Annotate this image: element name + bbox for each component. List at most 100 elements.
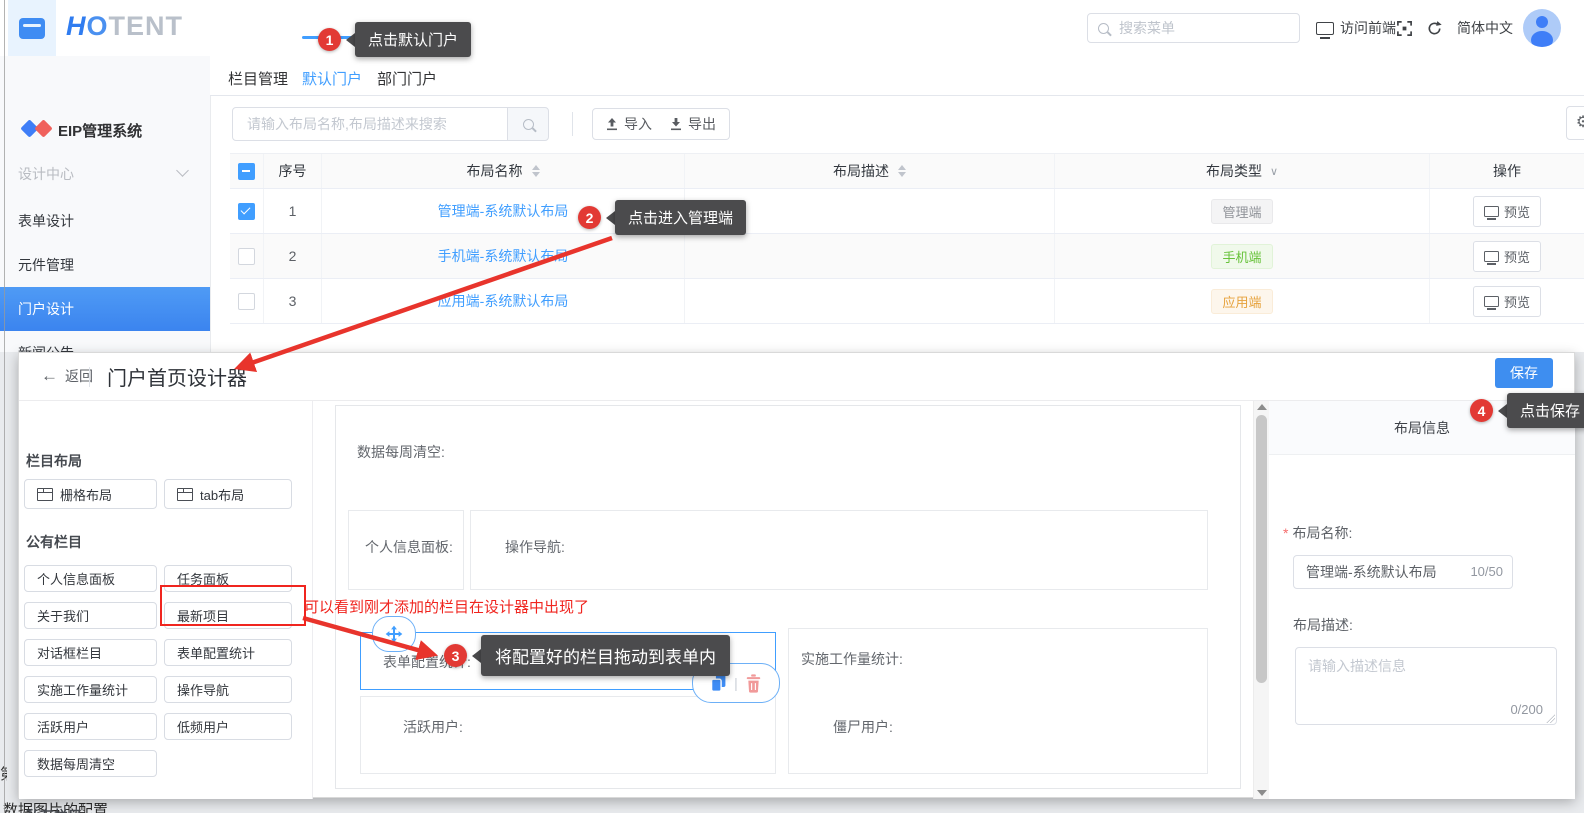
widget-impl-workload-stat[interactable]: 实施工作量统计 bbox=[24, 676, 157, 703]
refresh-button[interactable] bbox=[1426, 0, 1443, 56]
sidebar-item-form-design[interactable]: 表单设计 bbox=[0, 203, 210, 239]
canvas-cell-stats[interactable]: 实施工作量统计: 僵尸用户: bbox=[788, 628, 1208, 774]
canvas-cell-action-nav[interactable]: 操作导航: bbox=[470, 510, 1208, 590]
layout-name-link[interactable]: 应用端-系统默认布局 bbox=[438, 291, 569, 311]
preview-label: 预览 bbox=[1503, 294, 1530, 310]
search-icon bbox=[522, 118, 534, 130]
import-button[interactable]: 导入 bbox=[592, 108, 666, 140]
widget-active-users[interactable]: 活跃用户 bbox=[24, 713, 157, 740]
canvas-scrollbar[interactable] bbox=[1253, 401, 1270, 799]
hamburger-icon bbox=[19, 17, 45, 39]
widget-personal-panel[interactable]: 个人信息面板 bbox=[24, 565, 157, 592]
canvas-cell-active-users[interactable]: 活跃用户: bbox=[360, 696, 776, 774]
grid-icon bbox=[37, 487, 53, 501]
cell-label: 活跃用户: bbox=[403, 719, 463, 735]
widget-label: 低频用户 bbox=[177, 720, 230, 735]
scroll-up-icon[interactable] bbox=[1257, 404, 1267, 410]
widget-label: 活跃用户 bbox=[37, 720, 90, 735]
brand-diamond-icon bbox=[34, 119, 53, 138]
canvas-weekly-clear-label: 数据每周清空: bbox=[357, 444, 445, 460]
highlight-box-form-config-stat bbox=[160, 585, 306, 626]
cell-label: 僵尸用户: bbox=[833, 719, 893, 735]
layout-name-link[interactable]: 管理端-系统默认布局 bbox=[438, 201, 569, 221]
row-checkbox[interactable] bbox=[238, 247, 255, 265]
tooltip-bubble: 点击保存 bbox=[1507, 393, 1584, 428]
widget-label: 对话框栏目 bbox=[37, 646, 103, 661]
layout-search-box[interactable] bbox=[232, 107, 508, 141]
back-button[interactable]: ← 返回 bbox=[41, 366, 93, 386]
toolbar-divider bbox=[572, 112, 573, 136]
row-checkbox[interactable] bbox=[238, 202, 255, 220]
language-switch[interactable]: 简体中文 bbox=[1457, 0, 1513, 56]
widget-action-nav[interactable]: 操作导航 bbox=[164, 676, 292, 703]
widget-tab-layout[interactable]: tab布局 bbox=[164, 479, 292, 509]
widget-grid-layout[interactable]: 栅格布局 bbox=[24, 479, 157, 509]
annotation-step-4: 4 点击保存 bbox=[1470, 393, 1584, 428]
row-checkbox[interactable] bbox=[238, 292, 255, 310]
scroll-down-icon[interactable] bbox=[1257, 790, 1267, 796]
tab-column-mgmt[interactable]: 栏目管理 bbox=[228, 68, 288, 89]
row-index: 1 bbox=[288, 203, 297, 219]
export-button[interactable]: 导出 bbox=[657, 108, 730, 140]
col-layout-name[interactable]: 布局名称 bbox=[322, 154, 685, 188]
fullscreen-button[interactable] bbox=[1396, 0, 1413, 56]
layout-name-link[interactable]: 手机端-系统默认布局 bbox=[438, 246, 569, 266]
widget-low-freq-users[interactable]: 低频用户 bbox=[164, 713, 292, 740]
trash-icon[interactable] bbox=[744, 673, 763, 694]
widget-label: 栅格布局 bbox=[60, 487, 113, 503]
preview-button[interactable]: 预览 bbox=[1472, 285, 1541, 317]
cell-label: 操作导航: bbox=[505, 539, 565, 555]
sidebar-item-portal-design[interactable]: 门户设计 bbox=[0, 287, 210, 331]
column-settings-button[interactable]: ⚙ bbox=[1566, 106, 1584, 140]
logo-part: O bbox=[86, 11, 109, 41]
filter-caret-icon[interactable]: ∨ bbox=[1270, 165, 1278, 178]
preview-button[interactable]: 预览 bbox=[1472, 240, 1541, 272]
group-title-public: 公有栏目 bbox=[26, 534, 82, 550]
scrollbar-thumb[interactable] bbox=[1256, 415, 1267, 683]
sort-icon[interactable] bbox=[898, 165, 906, 177]
menu-search-input[interactable] bbox=[1117, 19, 1302, 37]
col-label: 布局类型 bbox=[1205, 163, 1262, 179]
field-label: 布局名称: bbox=[1292, 525, 1353, 541]
widget-dialog-column[interactable]: 对话框栏目 bbox=[24, 639, 157, 666]
tab-dept-portal[interactable]: 部门门户 bbox=[377, 68, 437, 89]
drag-handle[interactable] bbox=[372, 616, 416, 652]
col-index: 序号 bbox=[278, 163, 307, 179]
chevron-down-icon bbox=[176, 164, 189, 177]
preview-button[interactable]: 预览 bbox=[1472, 195, 1541, 227]
table-row: 3 应用端-系统默认布局 应用端 预览 bbox=[230, 279, 1584, 324]
tooltip-bubble: 点击默认门户 bbox=[355, 22, 472, 57]
menu-search-box[interactable] bbox=[1087, 13, 1302, 43]
widget-about-us[interactable]: 关于我们 bbox=[24, 602, 157, 629]
annotation-step-3: 3 将配置好的栏目拖动到表单内 bbox=[444, 635, 730, 676]
widget-form-config-stat[interactable]: 表单配置统计 bbox=[164, 639, 292, 666]
move-icon bbox=[385, 625, 403, 643]
select-all-checkbox[interactable] bbox=[238, 162, 255, 180]
canvas-cell-personal-panel[interactable]: 个人信息面板: bbox=[348, 510, 464, 590]
col-layout-desc[interactable]: 布局描述 bbox=[685, 154, 1055, 188]
user-avatar[interactable] bbox=[1523, 9, 1561, 47]
menu-toggle-button[interactable] bbox=[8, 0, 56, 56]
tab-default-portal[interactable]: 默认门户 bbox=[302, 68, 362, 89]
logo-part: TENT bbox=[108, 11, 184, 41]
portal-designer-panel: ← 返回 门户首页设计器 保存 栏目布局 栅格布局 tab布局 公有栏目 个人信… bbox=[18, 352, 1575, 813]
annotation-note: 可以看到刚才添加的栏目在设计器中出现了 bbox=[304, 599, 590, 616]
visit-frontend-button[interactable]: 访问前端 bbox=[1316, 0, 1396, 56]
fullscreen-icon bbox=[1397, 20, 1412, 36]
sort-icon[interactable] bbox=[531, 165, 540, 177]
desc-char-counter: 0/200 bbox=[1510, 702, 1543, 717]
tooltip-bubble: 将配置好的栏目拖动到表单内 bbox=[481, 635, 730, 676]
widget-weekly-clear[interactable]: 数据每周清空 bbox=[24, 750, 157, 777]
save-button[interactable]: 保存 bbox=[1495, 358, 1553, 388]
resize-handle-icon[interactable] bbox=[1546, 714, 1555, 723]
layout-search-input[interactable] bbox=[245, 115, 495, 133]
sidebar-item-component-mgmt[interactable]: 元件管理 bbox=[0, 247, 210, 283]
upload-icon bbox=[607, 117, 617, 130]
step-number-badge: 4 bbox=[1470, 399, 1493, 422]
preview-label: 预览 bbox=[1503, 204, 1530, 220]
col-layout-type[interactable]: 布局类型 ∨ bbox=[1055, 154, 1430, 188]
layout-desc-label: 布局描述: bbox=[1293, 617, 1353, 633]
widget-label: tab布局 bbox=[200, 487, 245, 503]
search-button[interactable] bbox=[507, 107, 549, 141]
sidebar-group-design-center[interactable]: 设计中心 bbox=[18, 164, 74, 184]
